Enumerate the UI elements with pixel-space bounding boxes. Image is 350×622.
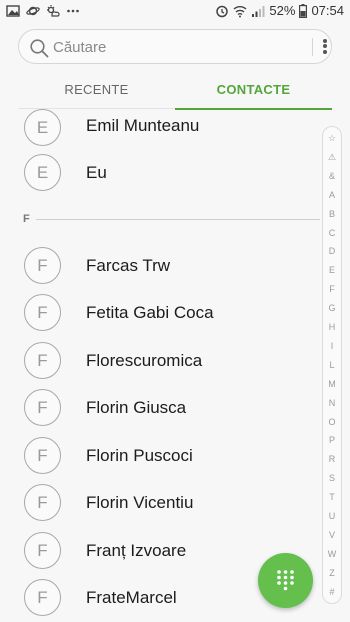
planet-icon xyxy=(26,6,40,16)
contact-avatar: F xyxy=(24,579,61,616)
contact-avatar: F xyxy=(24,484,61,521)
index-letter[interactable]: T xyxy=(323,492,341,502)
search-divider xyxy=(312,38,313,56)
index-letter[interactable]: G xyxy=(323,303,341,313)
index-letter[interactable]: # xyxy=(323,587,341,597)
list-item-contact[interactable]: F Florin Puscoci xyxy=(0,433,320,480)
contact-avatar: F xyxy=(24,342,61,379)
contact-name: Florin Giusca xyxy=(86,398,187,417)
contact-name: Emil Munteanu xyxy=(86,116,200,135)
index-letter[interactable]: L xyxy=(323,360,341,370)
contact-avatar: F xyxy=(24,247,61,284)
signal-icon xyxy=(252,5,265,17)
index-letter[interactable]: I xyxy=(323,341,341,351)
weather-icon xyxy=(47,5,60,17)
contact-name: Farcas Trw xyxy=(86,256,171,275)
dialpad-icon xyxy=(277,570,294,591)
contact-avatar: F xyxy=(24,532,61,569)
list-item-contact[interactable]: F Fetita Gabi Coca xyxy=(0,290,320,337)
index-letter[interactable]: U xyxy=(323,511,341,521)
index-letter[interactable]: Z xyxy=(323,568,341,578)
contact-name: Franț Izvoare xyxy=(86,541,187,560)
alarm-icon xyxy=(216,5,229,17)
index-letter[interactable]: H xyxy=(323,322,341,332)
contact-avatar: F xyxy=(24,389,61,426)
index-letter[interactable]: O xyxy=(323,417,341,427)
contact-name: Florescuromica xyxy=(86,351,203,370)
index-letter[interactable]: B xyxy=(323,209,341,219)
list-item-contact[interactable]: F Florin Giusca xyxy=(0,385,320,432)
contact-name: Florin Puscoci xyxy=(86,446,193,465)
index-letter[interactable]: ☆ xyxy=(323,133,341,144)
contact-avatar: E xyxy=(24,154,61,191)
index-letter[interactable]: E xyxy=(323,265,341,275)
list-item-contact[interactable]: E Eu xyxy=(0,150,320,197)
battery-icon xyxy=(299,3,308,18)
clock: 07:54 xyxy=(311,3,344,18)
section-header-f: F xyxy=(23,213,30,225)
index-letter[interactable]: ⚠ xyxy=(323,152,341,163)
index-letter[interactable]: F xyxy=(323,284,341,294)
contact-name: FrateMarcel xyxy=(86,588,177,607)
contact-name: Fetita Gabi Coca xyxy=(86,303,214,322)
index-letter[interactable]: N xyxy=(323,398,341,408)
more-notifications-icon xyxy=(67,9,79,13)
status-bar: 52% 07:54 xyxy=(0,0,350,24)
battery-percent: 52% xyxy=(269,3,296,18)
index-letter[interactable]: P xyxy=(323,435,341,445)
index-letter[interactable]: D xyxy=(323,246,341,256)
list-item-contact[interactable]: F Florin Vicentiu xyxy=(0,480,320,527)
index-letter[interactable]: V xyxy=(323,530,341,540)
index-letter[interactable]: W xyxy=(323,549,341,559)
contact-name: Florin Vicentiu xyxy=(86,493,194,512)
section-divider xyxy=(36,219,320,220)
list-item-contact[interactable]: E Emil Munteanu xyxy=(0,102,320,149)
contact-name: Eu xyxy=(86,163,107,182)
search-bar[interactable] xyxy=(18,29,332,64)
index-letter[interactable]: R xyxy=(323,454,341,464)
alphabet-index-bar[interactable]: ☆ ⚠ & A B C D E F G H I L M N O P R S T U V W Z # xyxy=(322,126,342,604)
wifi-icon xyxy=(233,5,247,17)
search-icon xyxy=(30,39,49,58)
index-letter[interactable]: & xyxy=(323,171,341,181)
list-item-contact[interactable]: F Farcas Trw xyxy=(0,243,320,290)
contact-avatar: E xyxy=(24,109,61,146)
gallery-icon xyxy=(6,5,20,17)
index-letter[interactable]: A xyxy=(323,190,341,200)
dialpad-button[interactable] xyxy=(258,553,313,608)
search-input[interactable] xyxy=(53,34,293,60)
index-letter[interactable]: M xyxy=(323,379,341,389)
list-item-contact[interactable]: F Florescuromica xyxy=(0,338,320,385)
contact-avatar: F xyxy=(24,437,61,474)
index-letter[interactable]: C xyxy=(323,228,341,238)
contact-avatar: F xyxy=(24,294,61,331)
index-letter[interactable]: S xyxy=(323,473,341,483)
more-options-icon[interactable] xyxy=(321,37,329,57)
